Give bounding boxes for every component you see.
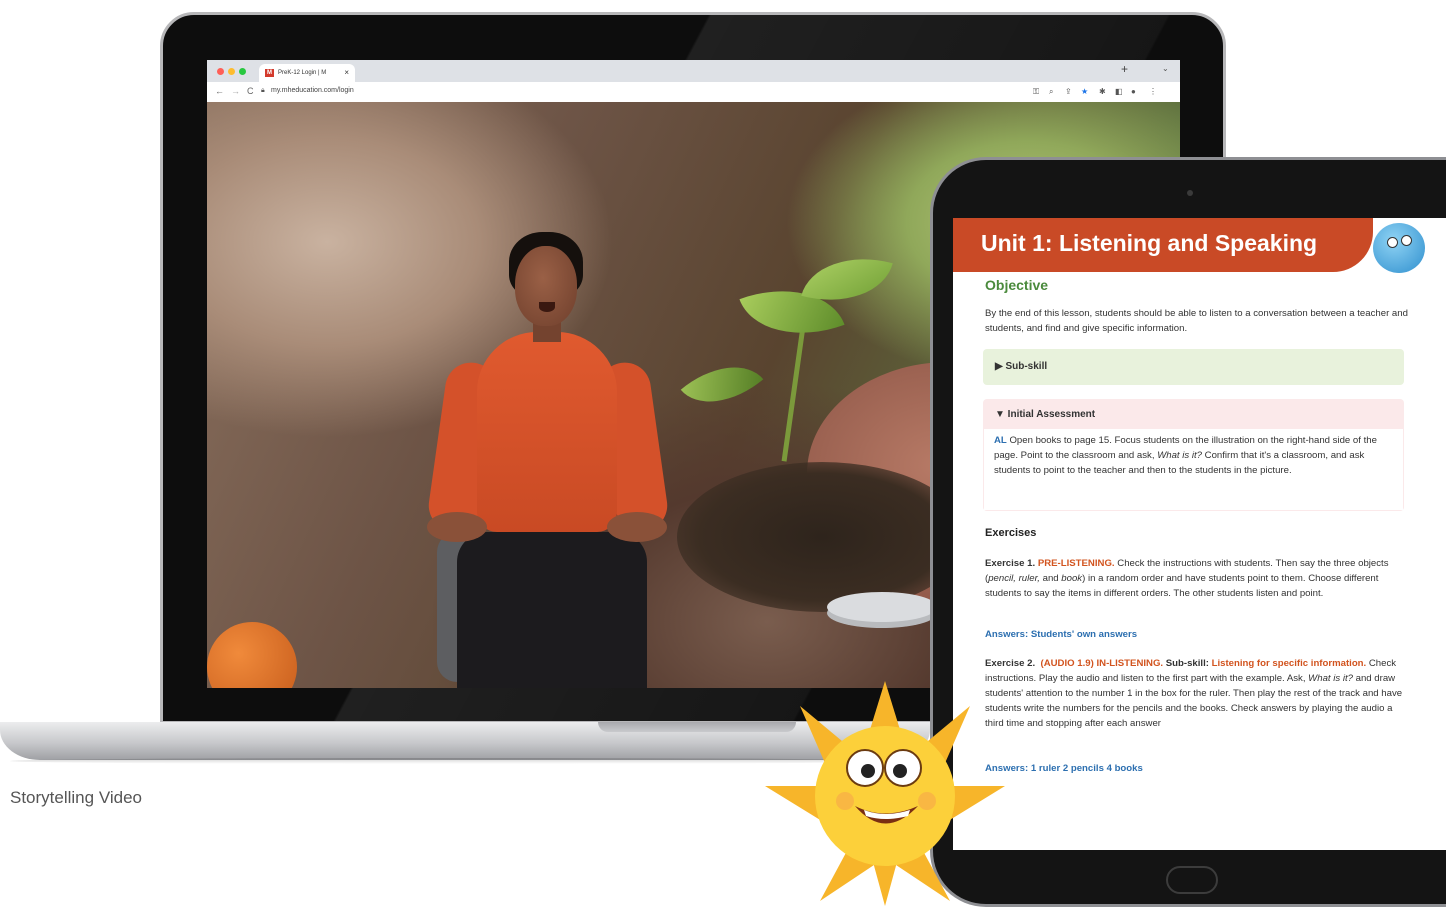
unit-banner: Unit 1: Listening and Speaking <box>953 218 1373 272</box>
presenter-mouth <box>539 302 555 312</box>
exercise-2-subskill: Listening for specific information. <box>1211 658 1367 669</box>
exercise-1-text: and <box>1039 573 1062 584</box>
exercise-1-answers: Answers: Students' own answers <box>985 629 1138 640</box>
tablet-home-button[interactable] <box>1166 866 1218 894</box>
unit-title: Unit 1: Listening and Speaking <box>981 230 1318 256</box>
forward-button[interactable]: → <box>231 86 240 96</box>
exercise-2-label: Exercise 2. <box>985 658 1036 669</box>
sun-cheek <box>836 792 854 810</box>
minimize-window-button[interactable] <box>228 68 235 75</box>
exercise-2-tag: (AUDIO 1.9) IN-LISTENING. <box>1040 658 1164 669</box>
close-window-button[interactable] <box>217 68 224 75</box>
soil <box>677 462 967 612</box>
tab-search-chevron-icon[interactable]: ⌄ <box>1162 64 1169 73</box>
orange-ball <box>207 622 297 688</box>
exercise-2: Exercise 2. (AUDIO 1.9) IN-LISTENING. Su… <box>985 656 1410 731</box>
tab-title: PreK-12 Login | M <box>278 70 327 76</box>
exercise-1-label: Exercise 1. <box>985 558 1036 569</box>
reload-button[interactable]: C <box>247 86 254 96</box>
sun-cheek <box>918 792 936 810</box>
extensions-icon[interactable]: ✱ <box>1099 87 1106 96</box>
exercise-1-tag: PRE-LISTENING. <box>1037 558 1115 569</box>
sun-pupil <box>861 764 875 778</box>
browser-tab[interactable]: M PreK-12 Login | M × <box>259 64 355 82</box>
lock-icon: 🔒︎ <box>261 87 265 94</box>
initial-assessment-body: AL Open books to page 15. Focus students… <box>984 429 1403 510</box>
tab-close-icon[interactable]: × <box>344 64 349 82</box>
tablet-camera <box>1187 190 1193 196</box>
star-icon[interactable]: ★ <box>1081 87 1088 96</box>
profile-icon[interactable]: ● <box>1131 87 1136 96</box>
presenter-legs <box>457 532 647 688</box>
storytelling-video-caption: Storytelling Video <box>10 788 142 807</box>
mascot-eye <box>1401 235 1412 246</box>
presenter-hand <box>427 512 487 542</box>
maximize-window-button[interactable] <box>239 68 246 75</box>
exercise-1-objects: pencil, ruler, <box>988 573 1040 584</box>
presenter-torso <box>477 332 617 532</box>
initial-assessment-text: AL Open books to page 15. Focus students… <box>994 433 1398 478</box>
tablet-screen: Unit 1: Listening and Speaking Objective… <box>953 218 1446 850</box>
browser-toolbar: ← → C 🔒︎ my.mheducation.com/login ⚿ ⌕ ⇪ … <box>207 82 1180 103</box>
plant-leaf <box>680 344 764 425</box>
search-icon[interactable]: ⌕ <box>1049 87 1053 97</box>
initial-assessment-label: ▼ Initial Assessment <box>995 409 1096 420</box>
exercise-2-question: What is it? <box>1308 673 1353 684</box>
subskill-label: ▶ Sub-skill <box>995 361 1048 372</box>
objective-heading: Objective <box>985 277 1049 293</box>
exercise-1-object: book <box>1061 573 1083 584</box>
initial-assessment-accordion[interactable]: ▼ Initial Assessment AL Open books to pa… <box>983 399 1404 511</box>
exercise-2-subskill-label: Sub-skill: <box>1165 658 1209 669</box>
side-table <box>827 592 937 622</box>
share-icon[interactable]: ⇪ <box>1065 87 1072 96</box>
exercise-1: Exercise 1. PRE-LISTENING. Check the ins… <box>985 556 1410 601</box>
key-icon[interactable]: ⚿ <box>1033 87 1039 97</box>
exercises-heading: Exercises <box>985 527 1037 539</box>
blue-mascot-icon <box>1373 223 1425 273</box>
objective-text: By the end of this lesson, students shou… <box>985 308 1408 334</box>
more-icon[interactable]: ⋮ <box>1149 87 1157 96</box>
sun-pupil <box>893 764 907 778</box>
assessment-question: What is it? <box>1157 450 1202 461</box>
address-bar-url[interactable]: my.mheducation.com/login <box>271 87 354 94</box>
back-button[interactable]: ← <box>215 86 224 96</box>
sun-mascot-icon <box>765 681 1005 906</box>
sidebar-icon[interactable]: ◧ <box>1115 87 1123 96</box>
mascot-eye <box>1387 237 1398 248</box>
mheducation-favicon-icon: M <box>265 69 274 77</box>
presenter-hand <box>607 512 667 542</box>
plant-stem <box>781 312 808 462</box>
presenter <box>417 232 677 688</box>
browser-tab-bar: M PreK-12 Login | M × + ⌄ <box>207 60 1180 82</box>
new-tab-button[interactable]: + <box>1121 62 1128 76</box>
presenter-head <box>515 246 577 326</box>
subskill-accordion[interactable]: ▶ Sub-skill <box>983 349 1404 385</box>
al-tag: AL <box>994 435 1007 446</box>
